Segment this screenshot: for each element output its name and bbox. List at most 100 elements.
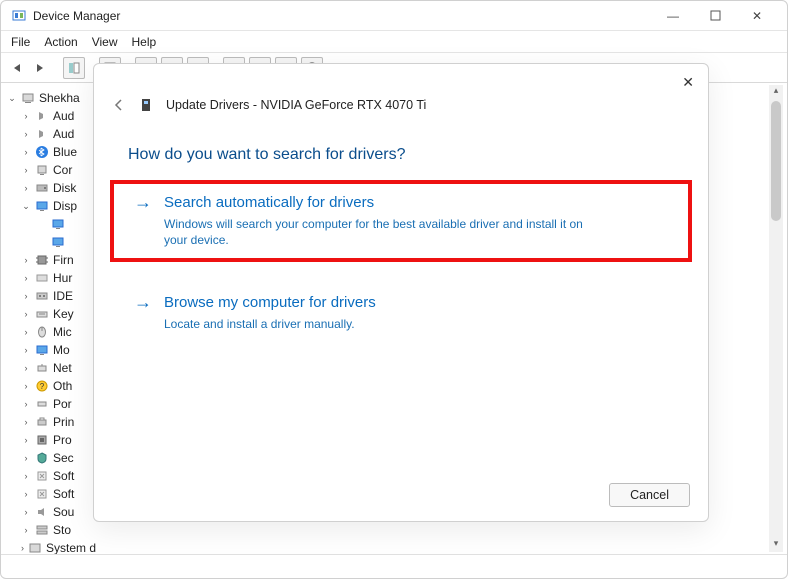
tree-item[interactable]: › Net — [7, 359, 96, 377]
expand-icon[interactable]: › — [21, 453, 31, 463]
expand-icon[interactable]: › — [21, 165, 31, 175]
device-category-icon — [35, 181, 49, 195]
device-category-icon — [35, 289, 49, 303]
tree-item[interactable]: › Hur — [7, 269, 96, 287]
expand-icon[interactable]: › — [21, 417, 31, 427]
tree-item[interactable]: › Pro — [7, 431, 96, 449]
expand-icon[interactable]: › — [21, 525, 31, 535]
expand-icon[interactable]: › — [21, 381, 31, 391]
tree-item[interactable]: › Key — [7, 305, 96, 323]
tree-item-label: Mic — [53, 325, 72, 339]
option1-title: Search automatically for drivers — [164, 194, 374, 211]
tree-item-label: Disk — [53, 181, 76, 195]
minimize-button[interactable]: — — [661, 4, 685, 28]
tree-item-label: Pro — [53, 433, 72, 447]
tree-item-label: Firn — [53, 253, 74, 267]
menu-file[interactable]: File — [11, 35, 30, 49]
dialog-back-button[interactable] — [110, 96, 128, 114]
tree-item[interactable]: ›Aud — [7, 125, 96, 143]
forward-button[interactable] — [31, 57, 49, 79]
tree-item-label: Soft — [53, 487, 74, 501]
expand-icon[interactable]: › — [21, 471, 31, 481]
option2-title: Browse my computer for drivers — [164, 294, 376, 311]
tree-item[interactable]: ⌄ Disp — [7, 197, 96, 215]
scroll-thumb[interactable] — [771, 101, 781, 221]
tree-item[interactable]: ›Sec — [7, 449, 96, 467]
expand-icon[interactable]: › — [21, 543, 24, 553]
tree-item[interactable]: ›System devices — [7, 539, 96, 554]
svg-text:?: ? — [40, 382, 45, 391]
menu-help[interactable]: Help — [132, 35, 157, 49]
device-category-icon — [35, 433, 49, 447]
tree-item[interactable]: ›Aud — [7, 107, 96, 125]
device-category-icon — [35, 415, 49, 429]
tree-root-label: Shekha — [39, 91, 80, 105]
expand-icon[interactable]: › — [21, 489, 31, 499]
tree-item-label: Hur — [53, 271, 72, 285]
option1-desc: Windows will search your computer for th… — [134, 213, 594, 248]
tree-item[interactable]: ›Cor — [7, 161, 96, 179]
tree-subitem[interactable] — [7, 215, 96, 233]
back-button[interactable] — [9, 57, 27, 79]
tree-item[interactable]: ›Mo — [7, 341, 96, 359]
device-category-icon — [35, 253, 49, 267]
expand-icon[interactable]: › — [21, 255, 31, 265]
dialog-close-button[interactable]: ✕ — [682, 74, 694, 91]
cancel-button[interactable]: Cancel — [609, 483, 690, 507]
tree-item-label: Sou — [53, 505, 74, 519]
expand-icon[interactable]: › — [21, 111, 31, 121]
maximize-button[interactable] — [703, 4, 727, 28]
expand-icon[interactable]: › — [21, 507, 31, 517]
tree-item[interactable]: › Firn — [7, 251, 96, 269]
computer-icon — [21, 91, 35, 105]
close-button[interactable]: ✕ — [745, 4, 769, 28]
dialog-header: Update Drivers - NVIDIA GeForce RTX 4070… — [94, 64, 708, 118]
expand-icon[interactable]: › — [21, 129, 31, 139]
expand-icon[interactable]: › — [21, 291, 31, 301]
expand-icon[interactable]: › — [21, 327, 31, 337]
menu-action[interactable]: Action — [44, 35, 77, 49]
expand-icon[interactable]: ⌄ — [21, 201, 31, 212]
tree-item[interactable]: › Soft — [7, 485, 96, 503]
tree-item[interactable]: › Sou — [7, 503, 96, 521]
tree-item[interactable]: ›Sto — [7, 521, 96, 539]
option-search-automatically[interactable]: → Search automatically for drivers Windo… — [112, 182, 690, 260]
scroll-down-arrow[interactable]: ▾ — [774, 538, 779, 552]
tree-item[interactable]: › Blue — [7, 143, 96, 161]
tree-item-label: Blue — [53, 145, 77, 159]
statusbar — [1, 554, 787, 578]
tree-subitem[interactable] — [7, 233, 96, 251]
expand-icon[interactable]: › — [21, 435, 31, 445]
tree-item[interactable]: ›Por — [7, 395, 96, 413]
tree-item[interactable]: ›?Oth — [7, 377, 96, 395]
tree-item[interactable]: › Disk — [7, 179, 96, 197]
expand-icon[interactable]: › — [21, 399, 31, 409]
expand-icon[interactable]: › — [21, 309, 31, 319]
expand-icon[interactable]: › — [21, 345, 31, 355]
expand-icon[interactable]: › — [21, 183, 31, 193]
scroll-up-arrow[interactable]: ▴ — [774, 85, 779, 99]
expand-icon[interactable]: › — [21, 273, 31, 283]
window-title: Device Manager — [33, 9, 653, 23]
vertical-scrollbar[interactable]: ▴ ▾ — [769, 85, 783, 552]
tree-item[interactable]: › Mic — [7, 323, 96, 341]
menubar: File Action View Help — [1, 31, 787, 53]
tree-item-label: Soft — [53, 469, 74, 483]
tree-item-label: Prin — [53, 415, 74, 429]
tree-item[interactable]: › Soft — [7, 467, 96, 485]
show-hide-tree-button[interactable] — [63, 57, 85, 79]
device-tree[interactable]: ⌄ Shekha ›Aud›Aud›Blue›Cor›Disk⌄Disp›Fir… — [1, 83, 96, 554]
menu-view[interactable]: View — [92, 35, 118, 49]
expand-icon[interactable]: › — [21, 363, 31, 373]
device-category-icon — [35, 361, 49, 375]
tree-item[interactable]: › Prin — [7, 413, 96, 431]
tree-item-label: Net — [53, 361, 72, 375]
device-category-icon: ? — [35, 379, 49, 393]
expand-icon[interactable]: ⌄ — [7, 93, 17, 104]
option-browse-computer[interactable]: → Browse my computer for drivers Locate … — [94, 282, 708, 344]
tree-item-label: Key — [53, 307, 74, 321]
expand-icon[interactable]: › — [21, 147, 31, 157]
tree-root[interactable]: ⌄ Shekha — [7, 89, 96, 107]
tree-item[interactable]: ›IDE — [7, 287, 96, 305]
tree-item-label: Disp — [53, 199, 77, 213]
